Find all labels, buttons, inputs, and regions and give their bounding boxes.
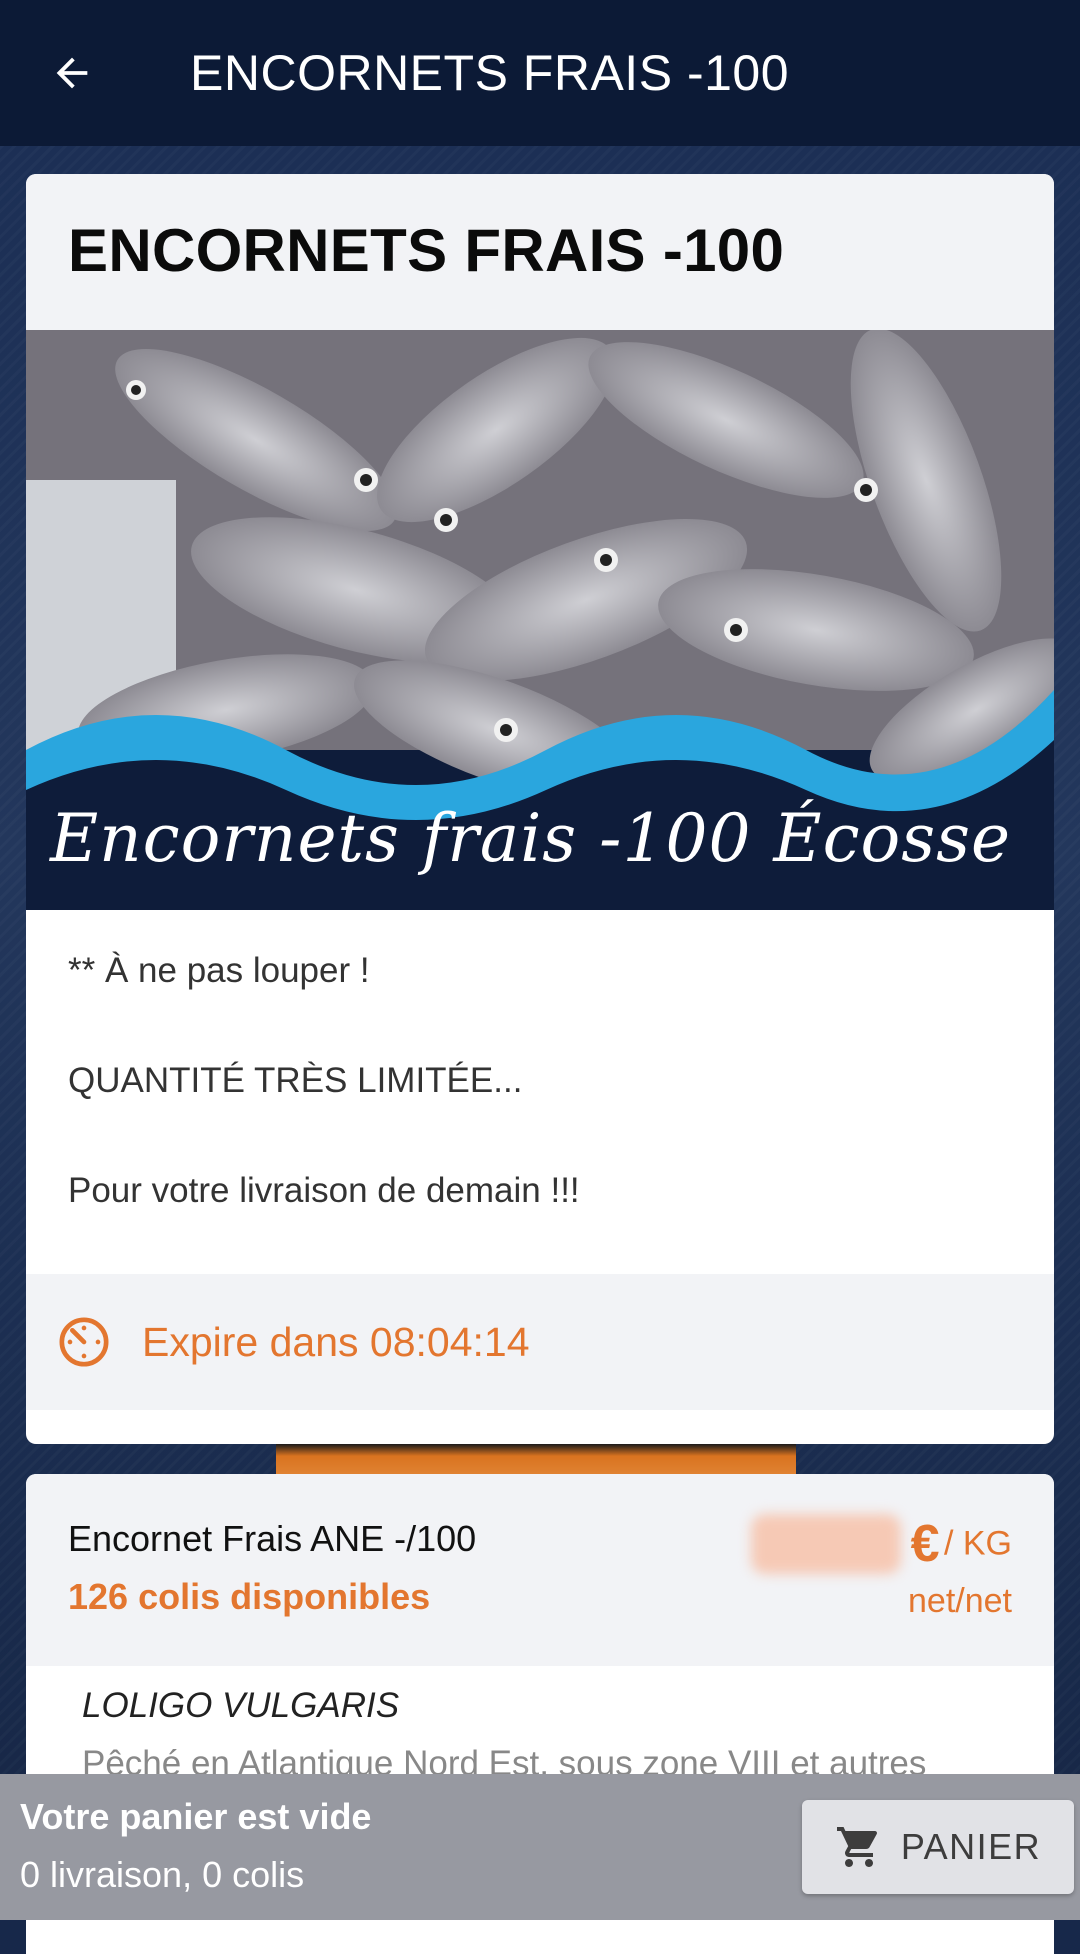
expire-bar: Expire dans 08:04:14 (26, 1274, 1054, 1410)
back-button[interactable] (40, 43, 104, 103)
expire-countdown: Expire dans 08:04:14 (142, 1318, 530, 1365)
app-bar-title: ENCORNETS FRAIS -100 (190, 45, 790, 101)
cart-button[interactable]: PANIER (802, 1800, 1074, 1894)
shopping-cart-icon (836, 1827, 877, 1867)
cart-status: Votre panier est vide (20, 1796, 372, 1837)
cart-button-label: PANIER (900, 1826, 1042, 1867)
cart-summary: 0 livraison, 0 colis (20, 1854, 305, 1895)
price-currency: € (910, 1515, 940, 1573)
cart-bar: Votre panier est vide 0 livraison, 0 col… (0, 1774, 1080, 1920)
offer-card: ENCORNETS FRAIS -100 Encornets frais -10… (26, 174, 1054, 1444)
description-line: QUANTITÉ TRÈS LIMITÉE... (68, 1061, 523, 1100)
product-price: € / KG net/net (750, 1514, 1012, 1621)
description-line: ** À ne pas louper ! (68, 951, 370, 990)
offer-header: ENCORNETS FRAIS -100 (26, 174, 1054, 330)
arrow-back-icon (56, 57, 88, 89)
timer-icon (59, 1317, 109, 1367)
description-line: Pour votre livraison de demain !!! (68, 1171, 580, 1210)
product-name: Encornet Frais ANE -/100 (68, 1518, 477, 1559)
app-bar: ENCORNETS FRAIS -100 (0, 0, 1080, 146)
offer-image: Encornets frais -100 Écosse (26, 330, 1054, 910)
offer-title: ENCORNETS FRAIS -100 (68, 217, 785, 284)
product-header: Encornet Frais ANE -/100 126 colis dispo… (26, 1474, 1054, 1666)
image-caption: Encornets frais -100 Écosse (50, 800, 1012, 877)
price-note: net/net (908, 1582, 1012, 1620)
background-photo-strip (276, 1444, 796, 1474)
product-species: LOLIGO VULGARIS (82, 1686, 400, 1725)
price-value-blurred (750, 1514, 901, 1574)
price-unit: / KG (943, 1524, 1012, 1563)
product-availability: 126 colis disponibles (68, 1576, 431, 1617)
offer-description: ** À ne pas louper ! QUANTITÉ TRÈS LIMIT… (26, 910, 1054, 1274)
